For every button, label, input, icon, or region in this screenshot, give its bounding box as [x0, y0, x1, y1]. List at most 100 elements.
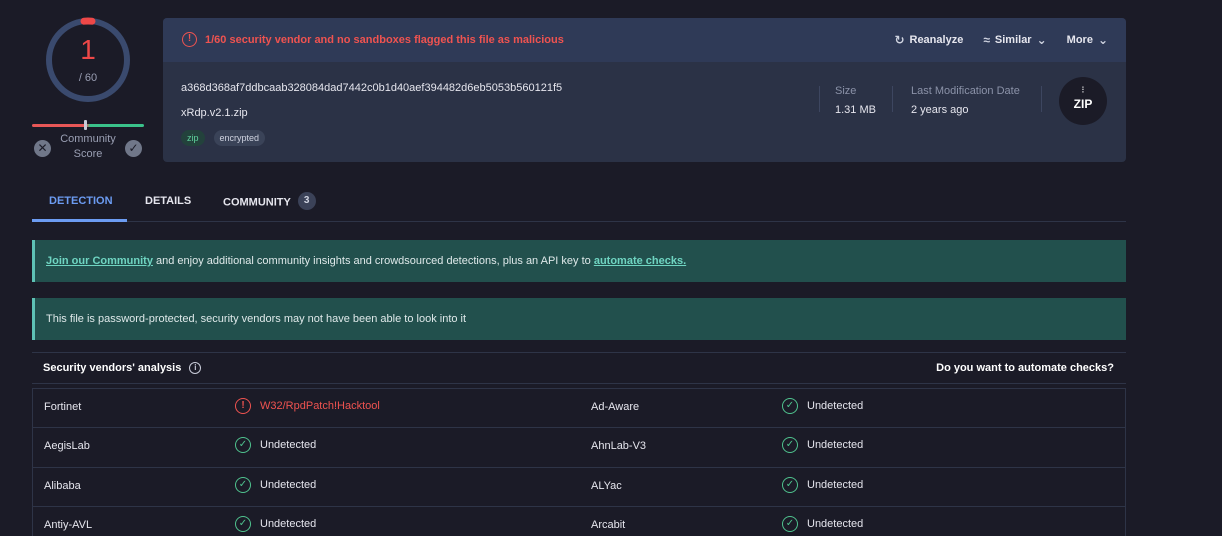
alert-icon: !: [182, 32, 197, 47]
similar-label: Similar: [994, 34, 1032, 46]
result-malicious: ! W32/RpdPatch!Hacktool: [235, 398, 380, 414]
similar-icon: ≈: [983, 33, 990, 47]
vendor-result: ✓ Undetected: [235, 476, 317, 493]
alert-text: 1/60 security vendor and no sandboxes fl…: [205, 34, 564, 46]
zipper-icon: ⁝: [1081, 85, 1085, 96]
check-circle-icon: ✓: [782, 398, 798, 414]
result-text: W32/RpdPatch!Hacktool: [260, 400, 380, 412]
check-circle-icon: ✓: [782, 515, 798, 532]
divider: [1041, 86, 1042, 112]
more-label: More: [1066, 34, 1093, 46]
vendor-name: AegisLab: [44, 440, 90, 453]
result-text: Undetected: [807, 478, 864, 491]
chevron-down-icon: ⌄: [1036, 33, 1047, 47]
size-label: Size: [835, 85, 857, 97]
join-community-link[interactable]: Join our Community: [46, 255, 153, 267]
tab-bar: DETECTION DETAILS COMMUNITY 3: [32, 182, 1126, 222]
automate-checks-link[interactable]: automate checks.: [594, 255, 686, 267]
result-text: Undetected: [260, 517, 317, 530]
vendors-analysis-title: Security vendors' analysis i: [43, 362, 202, 375]
vote-harmless-icon[interactable]: ✓: [125, 140, 142, 157]
community-count-badge: 3: [297, 192, 316, 210]
tab-community-label: COMMUNITY: [223, 196, 291, 209]
date-label: Last Modification Date: [911, 85, 1020, 97]
tab-community[interactable]: COMMUNITY 3: [223, 192, 316, 210]
vendor-result: ✓ Undetected: [782, 398, 863, 414]
vote-malicious-icon[interactable]: ✕: [34, 140, 51, 157]
vendor-name: Alibaba: [44, 479, 81, 492]
active-tab-indicator: [32, 219, 127, 222]
tab-details[interactable]: DETAILS: [145, 195, 191, 207]
result-clean: ✓ Undetected: [235, 476, 317, 493]
vendors-table: Fortinet ! W32/RpdPatch!Hacktool Ad-Awar…: [32, 388, 1126, 536]
refresh-icon: ↻: [894, 33, 905, 47]
vendor-result: ✓ Undetected: [782, 515, 864, 532]
reanalyze-label: Reanalyze: [909, 34, 964, 46]
vendor-name: Arcabit: [591, 518, 626, 531]
file-actions: ↻ Reanalyze ≈ Similar ⌄ More ⌄: [894, 33, 1108, 47]
community-score-marker: [84, 120, 87, 130]
vendor-name: AhnLab-V3: [591, 440, 647, 453]
result-clean: ✓ Undetected: [782, 398, 863, 414]
reanalyze-button[interactable]: ↻ Reanalyze: [894, 33, 963, 47]
vendor-result: ✓ Undetected: [782, 437, 864, 454]
result-clean: ✓ Undetected: [782, 437, 864, 454]
community-score-label: Community Score: [60, 133, 116, 160]
result-text: Undetected: [807, 439, 864, 452]
file-summary-card: ! 1/60 security vendor and no sandboxes …: [163, 18, 1126, 162]
community-banner: Join our Community and enjoy additional …: [32, 240, 1126, 282]
score-gauge: 1 / 60: [44, 16, 132, 104]
more-button[interactable]: More ⌄: [1067, 33, 1108, 47]
chevron-down-icon: ⌄: [1097, 33, 1108, 47]
alert-icon: !: [235, 398, 251, 414]
divider: [892, 86, 893, 112]
zip-file-icon: ⁝ ZIP: [1059, 77, 1107, 125]
alert-bar: ! 1/60 security vendor and no sandboxes …: [163, 18, 1126, 62]
result-clean: ✓ Undetected: [782, 476, 864, 493]
check-circle-icon: ✓: [782, 437, 798, 454]
result-text: Undetected: [260, 478, 317, 491]
file-type-label: ZIP: [1073, 97, 1093, 111]
date-value: 2 years ago: [911, 104, 969, 116]
file-tags: zip encrypted: [181, 130, 266, 146]
password-banner-text: This file is password-protected, securit…: [46, 313, 467, 325]
size-value: 1.31 MB: [835, 104, 876, 116]
result-clean: ✓ Undetected: [235, 437, 317, 454]
table-row: Alibaba ✓ Undetected ALYac ✓ Undetected: [33, 468, 1125, 507]
result-clean: ✓ Undetected: [235, 515, 317, 532]
similar-button[interactable]: ≈ Similar ⌄: [983, 33, 1046, 47]
vendor-name: Ad-Aware: [591, 401, 640, 413]
community-score-bar: [32, 124, 144, 127]
vendor-result: ✓ Undetected: [782, 476, 864, 493]
vendors-analysis-header: Security vendors' analysis i Do you want…: [32, 352, 1126, 384]
result-text: Undetected: [807, 400, 864, 412]
total-vendors: / 60: [78, 72, 98, 84]
check-circle-icon: ✓: [235, 515, 251, 532]
result-clean: ✓ Undetected: [782, 515, 864, 532]
check-circle-icon: ✓: [235, 476, 251, 493]
community-banner-text: and enjoy additional community insights …: [152, 255, 594, 267]
detection-score-widget: 1 / 60 ✕ Community Score ✓: [30, 12, 146, 162]
file-hash[interactable]: a368d368af7ddbcaab328084dad7442c0b1d40ae…: [181, 82, 562, 94]
vendor-result: ! W32/RpdPatch!Hacktool: [235, 398, 380, 414]
automate-checks-cta[interactable]: Do you want to automate checks?: [936, 362, 1114, 374]
vendor-name: ALYac: [591, 479, 622, 492]
check-circle-icon: ✓: [782, 476, 798, 493]
table-row: Antiy-AVL ✓ Undetected Arcabit ✓ Undetec…: [33, 507, 1125, 536]
vendor-result: ✓ Undetected: [235, 515, 317, 532]
tab-detection[interactable]: DETECTION: [49, 195, 113, 207]
check-circle-icon: ✓: [235, 437, 251, 454]
file-name: xRdp.v2.1.zip: [181, 107, 248, 119]
vendor-name: Fortinet: [44, 401, 82, 413]
detection-count: 1: [80, 34, 96, 65]
tag-encrypted[interactable]: encrypted: [213, 130, 266, 146]
table-row: AegisLab ✓ Undetected AhnLab-V3 ✓ Undete…: [33, 428, 1125, 468]
result-text: Undetected: [260, 439, 317, 452]
result-text: Undetected: [807, 517, 864, 530]
vendor-result: ✓ Undetected: [235, 437, 317, 454]
file-size: Size 1.31 MB: [835, 85, 876, 116]
vendors-title-text: Security vendors' analysis: [43, 362, 182, 374]
tag-zip[interactable]: zip: [181, 130, 205, 146]
info-icon[interactable]: i: [189, 362, 202, 375]
table-row: Fortinet ! W32/RpdPatch!Hacktool Ad-Awar…: [33, 389, 1125, 429]
